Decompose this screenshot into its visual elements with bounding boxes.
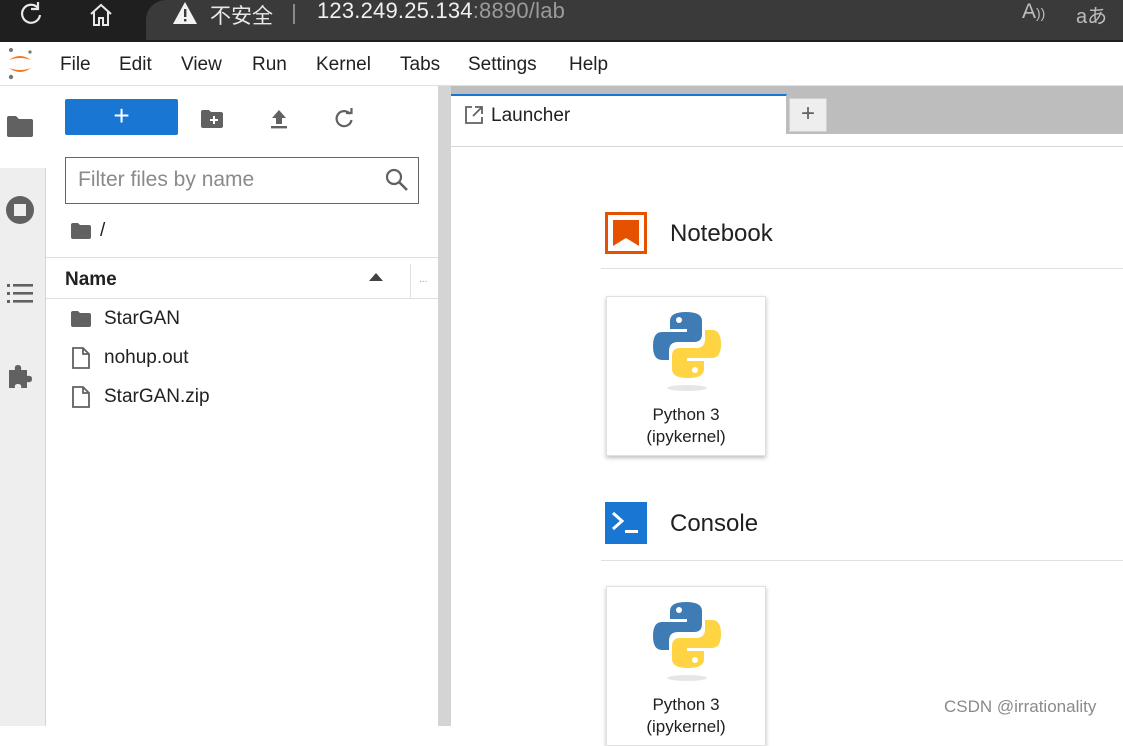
card-kernel-spec: (ipykernel): [646, 717, 726, 736]
address-separator: [293, 4, 295, 24]
left-sidebar-rail: [0, 86, 46, 726]
table-of-contents-icon[interactable]: [5, 278, 35, 308]
card-kernel-spec: (ipykernel): [646, 427, 726, 446]
breadcrumb[interactable]: /: [70, 219, 105, 243]
folder-home-icon[interactable]: [70, 222, 92, 240]
file-list-header: Name ...: [46, 257, 438, 299]
file-row-nohup[interactable]: nohup.out: [46, 339, 438, 377]
console-python3-card[interactable]: Python 3 (ipykernel): [606, 586, 766, 746]
panel-splitter[interactable]: [438, 86, 451, 726]
breadcrumb-root[interactable]: /: [100, 220, 105, 242]
file-name: StarGAN: [104, 308, 181, 329]
tab-bar: Launcher +: [451, 86, 1123, 134]
main-area: Launcher + Notebook Python 3 (ipykernel)…: [451, 86, 1123, 746]
watermark: CSDN @irrationality: [944, 697, 1097, 716]
browser-toolbar: 不安全 123.249.25.134:8890/lab A)) aあ: [0, 0, 1123, 42]
add-tab-button[interactable]: +: [789, 98, 827, 132]
python-logo-icon: [653, 602, 721, 681]
folder-icon: [69, 307, 93, 331]
menu-kernel[interactable]: Kernel: [316, 54, 371, 76]
notebook-icon: [605, 212, 647, 254]
tab-launcher-label: Launcher: [491, 105, 571, 126]
file-browser-panel: + / Name ... StarGAN nohup.out StarGAN.z…: [46, 86, 438, 726]
notebook-python3-card[interactable]: Python 3 (ipykernel): [606, 296, 766, 456]
menu-help[interactable]: Help: [569, 54, 608, 76]
menu-tabs[interactable]: Tabs: [400, 54, 440, 76]
url-host: 123.249.25.134: [317, 0, 473, 23]
menubar: File Edit View Run Kernel Tabs Settings …: [0, 42, 1123, 86]
read-aloud-icon[interactable]: A)): [1022, 0, 1045, 24]
section-divider: [601, 268, 1123, 269]
jupyter-logo-icon: [8, 48, 32, 80]
warning-icon[interactable]: [172, 0, 198, 26]
new-launcher-button[interactable]: +: [65, 99, 178, 135]
home-icon[interactable]: [86, 2, 116, 28]
menu-settings[interactable]: Settings: [468, 54, 537, 76]
file-icon: [69, 346, 93, 370]
extensions-puzzle-icon[interactable]: [5, 361, 35, 391]
console-icon: [605, 502, 647, 544]
insecure-label[interactable]: 不安全: [210, 0, 273, 30]
refresh-icon[interactable]: [331, 106, 357, 132]
filter-files-field[interactable]: [65, 157, 419, 204]
address-bar[interactable]: 不安全 123.249.25.134:8890/lab A)) aあ: [146, 0, 1123, 40]
running-kernels-icon[interactable]: [5, 195, 35, 225]
sort-ascending-icon[interactable]: [369, 272, 383, 282]
file-row-stargan-folder[interactable]: StarGAN: [46, 300, 438, 338]
new-folder-icon[interactable]: [199, 106, 225, 132]
upload-icon[interactable]: [266, 106, 292, 132]
card-kernel-name: Python 3: [652, 695, 720, 714]
folder-icon[interactable]: [5, 111, 35, 141]
menu-run[interactable]: Run: [252, 54, 287, 76]
file-row-stargan-zip[interactable]: StarGAN.zip: [46, 378, 438, 416]
translate-icon[interactable]: aあ: [1076, 0, 1107, 29]
launcher-icon: [465, 106, 483, 124]
tab-content-divider: [451, 146, 1123, 147]
python-logo-icon: [653, 312, 721, 391]
url-text[interactable]: 123.249.25.134:8890/lab: [317, 0, 565, 24]
column-more-indicator[interactable]: ...: [419, 274, 427, 285]
file-name: nohup.out: [104, 347, 189, 368]
section-title-console: Console: [670, 510, 759, 537]
section-divider: [601, 560, 1123, 561]
section-title-notebook: Notebook: [670, 220, 773, 247]
column-resize-handle[interactable]: [410, 264, 411, 298]
file-icon: [69, 385, 93, 409]
card-kernel-name: Python 3: [652, 405, 720, 424]
reload-icon[interactable]: [16, 2, 46, 28]
file-name: StarGAN.zip: [104, 386, 210, 407]
search-icon: [385, 168, 408, 191]
url-path: :8890/lab: [472, 0, 566, 23]
column-name-header[interactable]: Name: [65, 269, 117, 291]
tab-launcher[interactable]: Launcher: [451, 94, 787, 134]
menu-file[interactable]: File: [60, 54, 91, 76]
menu-view[interactable]: View: [181, 54, 222, 76]
filter-files-input[interactable]: [78, 166, 378, 194]
menu-edit[interactable]: Edit: [119, 54, 152, 76]
